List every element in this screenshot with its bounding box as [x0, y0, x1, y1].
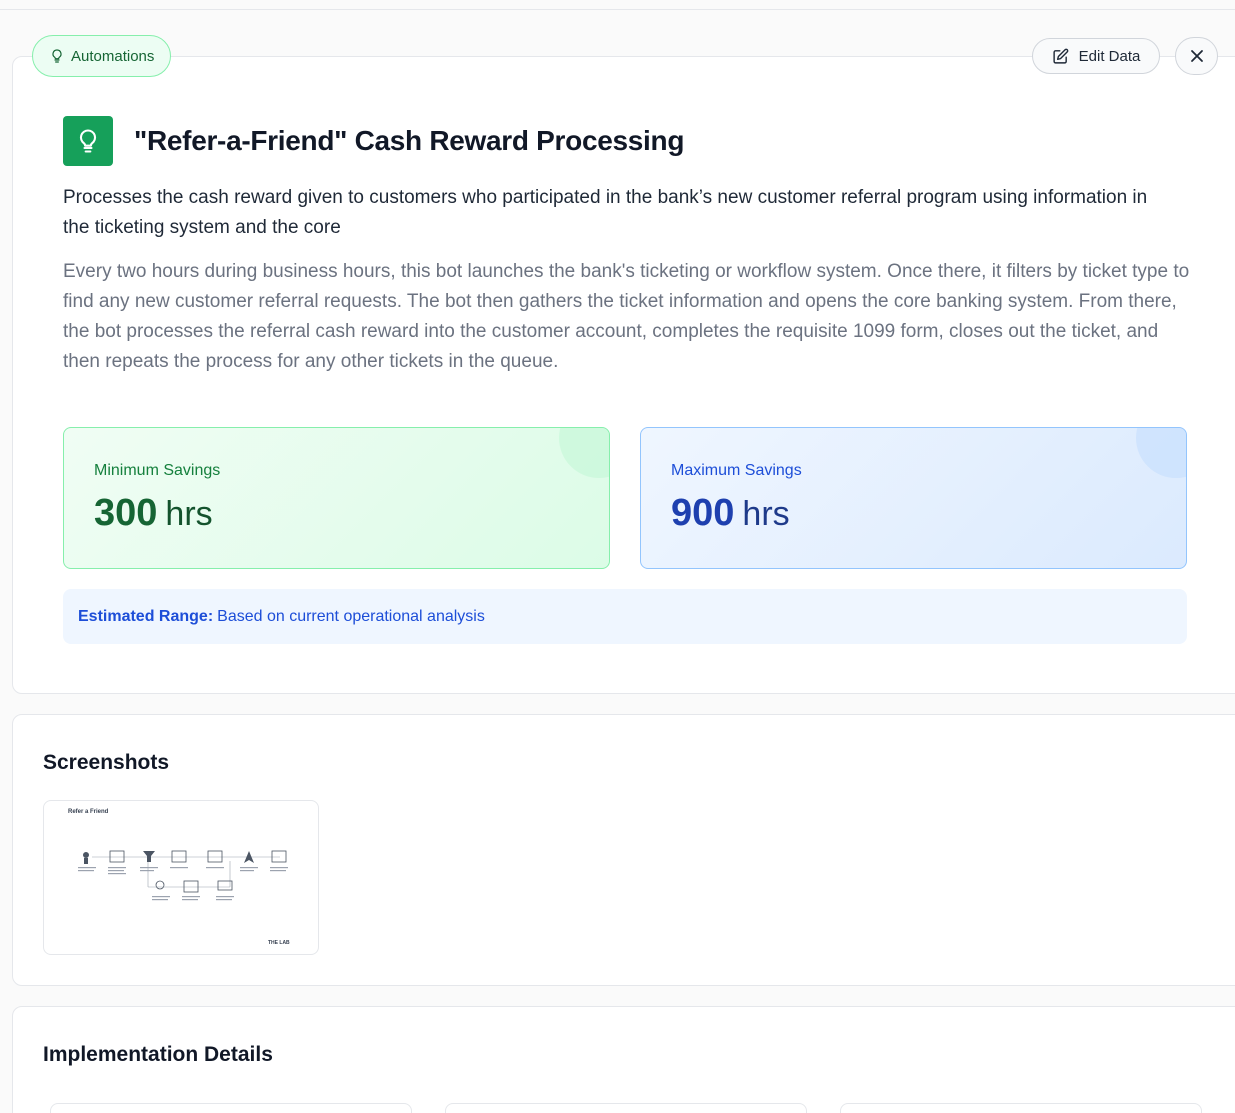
maximum-savings-value: 900	[671, 492, 735, 534]
automation-description: Every two hours during business hours, t…	[63, 261, 1190, 372]
maximum-savings-card: Maximum Savings 900 hrs	[640, 427, 1187, 569]
implementation-detail-panel	[50, 1103, 412, 1113]
minimum-savings-value-row: 300 hrs	[94, 492, 213, 535]
automation-detail-card: "Refer-a-Friend" Cash Reward Processing …	[12, 56, 1235, 694]
edit-data-label: Edit Data	[1078, 47, 1141, 65]
edit-data-button[interactable]: Edit Data	[1032, 38, 1160, 74]
lightbulb-icon	[52, 49, 62, 63]
minimum-savings-value: 300	[94, 492, 158, 534]
automations-badge[interactable]: Automations	[32, 35, 172, 77]
maximum-savings-label: Maximum Savings	[671, 462, 802, 479]
process-flow-diagram	[78, 850, 288, 901]
automations-badge-label: Automations	[71, 47, 155, 65]
minimum-savings-unit: hrs	[165, 495, 213, 533]
screenshots-card: Screenshots Refer a Friend THE LAB	[12, 714, 1235, 986]
maximum-savings-value-row: 900 hrs	[671, 492, 790, 535]
screenshots-heading: Screenshots	[43, 751, 170, 774]
automation-summary: Processes the cash reward given to custo…	[63, 187, 1148, 238]
implementation-detail-panel	[445, 1103, 807, 1113]
minimum-savings-card: Minimum Savings 300 hrs	[63, 427, 610, 569]
thumbnail-footer-logo: THE LAB	[268, 940, 290, 946]
implementation-detail-panel	[840, 1103, 1202, 1113]
estimated-range-note: Estimated Range: Based on current operat…	[63, 589, 1187, 644]
screenshot-thumbnail[interactable]: Refer a Friend THE LAB	[43, 800, 319, 955]
decorative-circle	[1136, 428, 1186, 478]
implementation-details-card: Implementation Details	[12, 1006, 1235, 1113]
close-button[interactable]	[1175, 37, 1218, 75]
automation-lightbulb-icon	[63, 116, 113, 166]
decorative-circle	[559, 428, 609, 478]
edit-icon	[1053, 48, 1068, 64]
maximum-savings-unit: hrs	[742, 495, 790, 533]
estimated-range-text: Based on current operational analysis	[217, 607, 485, 625]
automation-title: "Refer-a-Friend" Cash Reward Processing	[134, 125, 685, 156]
minimum-savings-label: Minimum Savings	[94, 462, 221, 479]
implementation-details-heading: Implementation Details	[43, 1043, 273, 1066]
top-divider	[0, 0, 1235, 10]
estimated-range-label: Estimated Range:	[78, 607, 214, 625]
close-icon	[1190, 50, 1203, 62]
